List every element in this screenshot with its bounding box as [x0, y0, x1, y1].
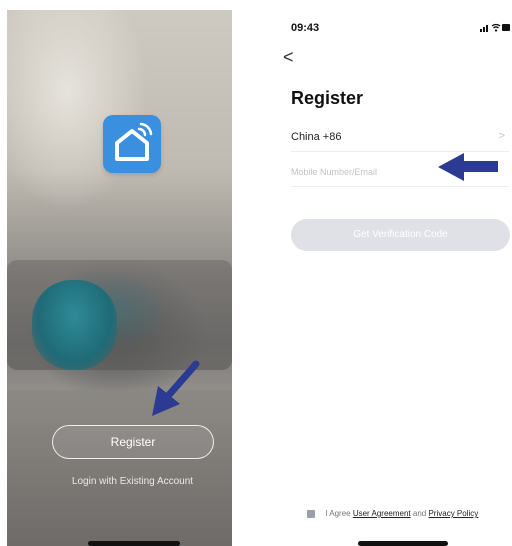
agree-prefix: I Agree: [325, 509, 351, 518]
agree-checkbox[interactable]: [307, 509, 315, 518]
user-agreement-link[interactable]: User Agreement: [353, 509, 411, 518]
get-verification-code-button[interactable]: Get Verification Code: [291, 219, 510, 251]
status-icons: [480, 23, 510, 32]
home-indicator: [358, 541, 448, 546]
smart-home-logo-icon: [103, 115, 161, 173]
login-existing-account-link[interactable]: Login with Existing Account: [40, 476, 225, 487]
agree-and: and: [412, 509, 427, 518]
chevron-right-icon: >: [498, 130, 505, 142]
country-code-value: China +86: [291, 131, 342, 143]
status-time: 09:43: [291, 22, 320, 34]
home-indicator: [88, 541, 180, 546]
annotation-arrow-icon: [152, 360, 200, 416]
register-button[interactable]: Register: [52, 425, 214, 459]
agreement-row: I Agree User Agreement and Privacy Polic…: [307, 509, 478, 518]
annotation-arrow-icon: [438, 153, 498, 181]
privacy-policy-link[interactable]: Privacy Policy: [428, 509, 478, 518]
page-title: Register: [291, 88, 364, 108]
welcome-screen: [7, 10, 232, 546]
background-chair: [32, 280, 117, 370]
back-button[interactable]: <: [283, 48, 294, 66]
country-selector[interactable]: China +86 >: [291, 127, 509, 152]
phone-email-input[interactable]: [291, 162, 431, 182]
